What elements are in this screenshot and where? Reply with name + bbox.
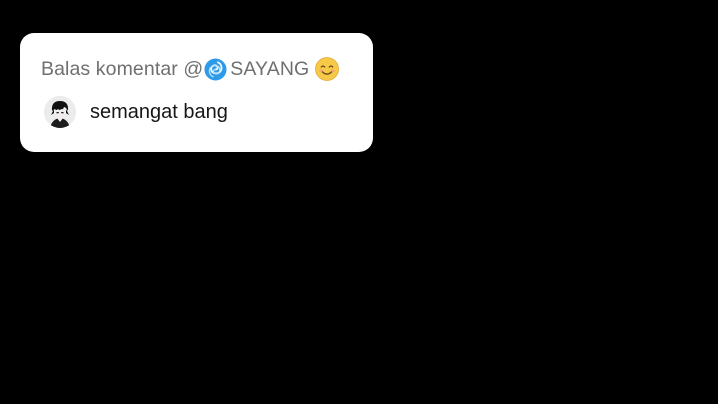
smiling-face-emoji-icon bbox=[315, 57, 340, 81]
cyclone-emoji-icon bbox=[204, 57, 227, 81]
mention-name[interactable]: SAYANG bbox=[230, 58, 309, 81]
reply-prefix: Balas komentar @ bbox=[41, 57, 204, 80]
reply-body: semangat bang bbox=[44, 96, 228, 128]
reply-header: Balas komentar @ SAYANG bbox=[41, 57, 340, 81]
avatar[interactable] bbox=[44, 96, 76, 128]
anime-character-avatar-icon bbox=[44, 96, 76, 128]
comment-text: semangat bang bbox=[90, 100, 228, 123]
reply-comment-card: Balas komentar @ SAYANG semangat bang bbox=[20, 33, 373, 152]
